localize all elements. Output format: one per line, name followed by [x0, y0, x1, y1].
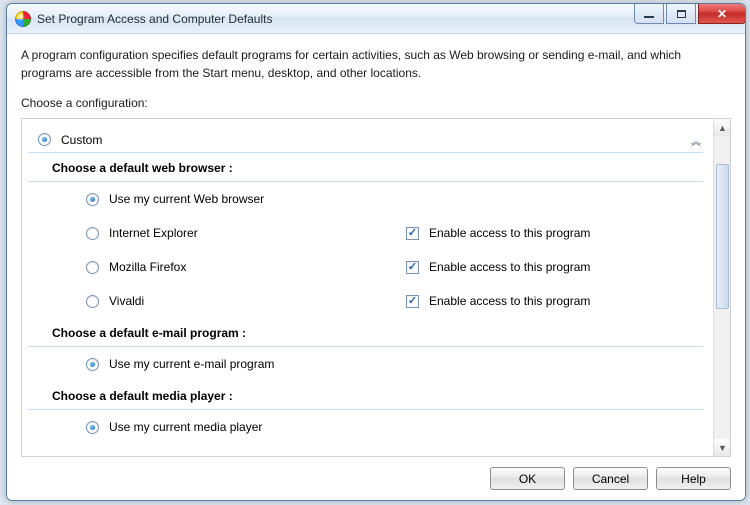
radio-browser-ie[interactable] — [86, 227, 99, 240]
radio-email-current[interactable] — [86, 358, 99, 371]
browser-current-label: Use my current Web browser — [109, 192, 264, 206]
help-button[interactable]: Help — [656, 467, 731, 490]
browser-option-vivaldi[interactable]: Vivaldi Enable access to this program — [28, 284, 703, 318]
close-icon: ✕ — [717, 7, 727, 21]
enable-access-vivaldi: Enable access to this program — [429, 294, 590, 308]
dialog-window: Set Program Access and Computer Defaults… — [6, 3, 746, 501]
collapse-icon[interactable]: ︽ — [691, 133, 697, 148]
browser-vivaldi-label: Vivaldi — [109, 294, 144, 308]
browser-option-firefox[interactable]: Mozilla Firefox Enable access to this pr… — [28, 250, 703, 284]
section-email-title: Choose a default e-mail program : — [28, 318, 703, 347]
intro-text: A program configuration specifies defaul… — [21, 46, 731, 82]
minimize-icon — [644, 16, 654, 18]
radio-custom[interactable] — [38, 133, 51, 146]
enable-access-firefox: Enable access to this program — [429, 260, 590, 274]
config-custom-row[interactable]: Custom ︽ — [28, 127, 703, 153]
cancel-button[interactable]: Cancel — [573, 467, 648, 490]
checkbox-access-vivaldi[interactable] — [406, 295, 419, 308]
enable-access-ie: Enable access to this program — [429, 226, 590, 240]
config-panel: Custom ︽ Choose a default web browser : … — [21, 118, 731, 457]
scroll-thumb[interactable] — [716, 164, 729, 309]
browser-ie-label: Internet Explorer — [109, 226, 198, 240]
vertical-scrollbar[interactable]: ▲ ▼ — [713, 119, 730, 456]
ok-button[interactable]: OK — [490, 467, 565, 490]
email-option-current[interactable]: Use my current e-mail program — [28, 347, 703, 381]
media-option-current[interactable]: Use my current media player — [28, 410, 703, 444]
titlebar[interactable]: Set Program Access and Computer Defaults… — [7, 4, 745, 34]
choose-config-label: Choose a configuration: — [21, 96, 731, 110]
window-controls: ✕ — [634, 4, 746, 24]
config-content: Custom ︽ Choose a default web browser : … — [22, 119, 713, 456]
section-browser-title: Choose a default web browser : — [28, 153, 703, 182]
maximize-icon — [677, 10, 686, 18]
browser-firefox-label: Mozilla Firefox — [109, 260, 186, 274]
checkbox-access-ie[interactable] — [406, 227, 419, 240]
email-current-label: Use my current e-mail program — [109, 357, 274, 371]
minimize-button[interactable] — [634, 4, 664, 24]
scroll-down-button[interactable]: ▼ — [714, 439, 731, 456]
client-area: A program configuration specifies defaul… — [7, 34, 745, 500]
browser-option-ie[interactable]: Internet Explorer Enable access to this … — [28, 216, 703, 250]
button-bar: OK Cancel Help — [21, 457, 731, 490]
section-media-title: Choose a default media player : — [28, 381, 703, 410]
close-button[interactable]: ✕ — [698, 4, 746, 24]
media-current-label: Use my current media player — [109, 420, 262, 434]
config-custom-label: Custom — [61, 133, 102, 147]
radio-browser-vivaldi[interactable] — [86, 295, 99, 308]
radio-browser-firefox[interactable] — [86, 261, 99, 274]
window-title: Set Program Access and Computer Defaults — [37, 12, 634, 26]
browser-option-current[interactable]: Use my current Web browser — [28, 182, 703, 216]
scroll-up-button[interactable]: ▲ — [714, 119, 731, 136]
app-icon — [15, 11, 31, 27]
radio-media-current[interactable] — [86, 421, 99, 434]
maximize-button[interactable] — [666, 4, 696, 24]
radio-browser-current[interactable] — [86, 193, 99, 206]
checkbox-access-firefox[interactable] — [406, 261, 419, 274]
